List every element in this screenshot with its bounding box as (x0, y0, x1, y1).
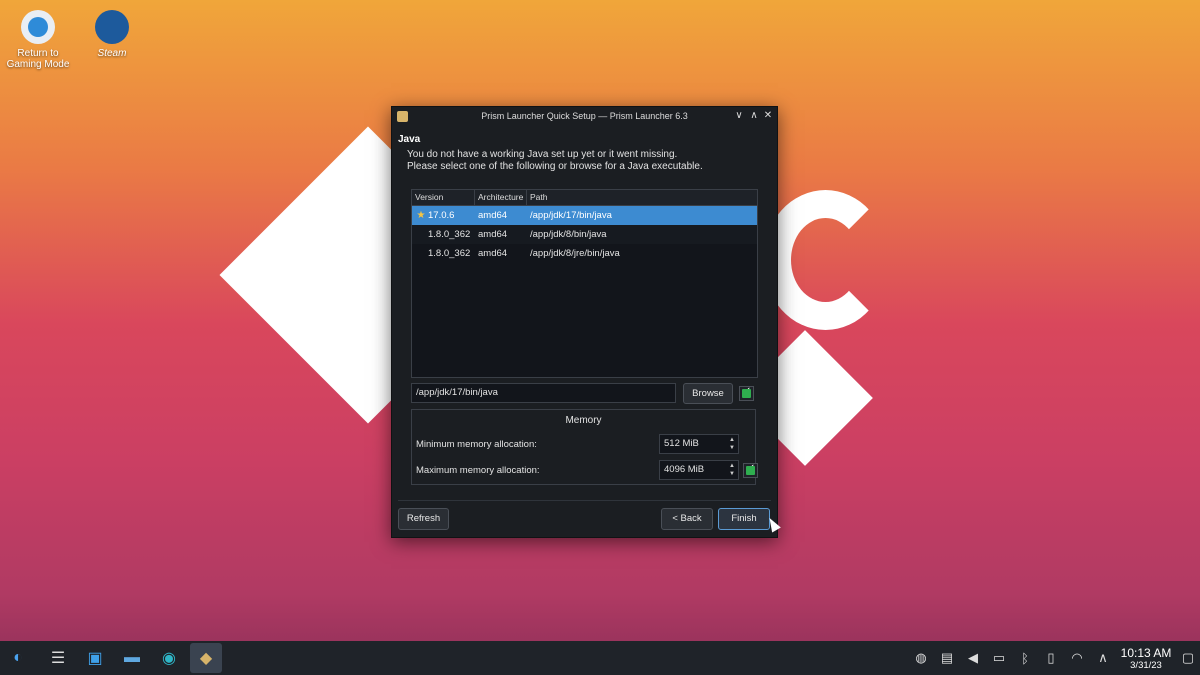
description-line: Please select one of the following or br… (407, 161, 703, 172)
desktop-icon-steam[interactable]: Steam (77, 10, 147, 59)
version-cell: ★ 17.0.6 (412, 210, 475, 221)
steam-tray-icon[interactable]: ◍ (908, 650, 934, 666)
architecture-cell: amd64 (478, 248, 508, 259)
max-memory-spinbox[interactable]: 4096 MiB ▲ ▼ (659, 460, 739, 480)
version-value: 1.8.0_362 (428, 229, 471, 240)
desktop-icon-return-gaming-mode[interactable]: Return to Gaming Mode (3, 10, 73, 70)
divider (398, 500, 771, 501)
expand-tray-icon[interactable]: ∧ (1090, 650, 1116, 666)
system-tray: ◍ ▤ ◀ ▭ ᛒ ▯ ◠ ∧ 10:13 AM 3/31/23 ▢ (908, 641, 1200, 675)
close-button[interactable]: ✕ (762, 110, 774, 122)
memory-valid-checkmark-icon: ✓ (743, 463, 758, 478)
usb-device-icon[interactable]: ▯ (1038, 650, 1064, 666)
maximize-button[interactable]: ∧ (748, 110, 760, 122)
file-manager-icon[interactable]: ▬ (116, 643, 148, 673)
clock-date: 3/31/23 (1130, 659, 1162, 671)
max-memory-value: 4096 MiB (664, 464, 705, 475)
prism-launcher-icon[interactable]: ◆ (190, 643, 222, 673)
finish-button[interactable]: Finish (718, 508, 770, 530)
back-button[interactable]: < Back (661, 508, 713, 530)
architecture-cell: amd64 (478, 229, 508, 240)
clock-time: 10:13 AM (1120, 645, 1172, 660)
version-cell: 1.8.0_362 (412, 248, 475, 259)
browse-button[interactable]: Browse (683, 383, 733, 404)
table-row[interactable]: ★ 17.0.6 amd64 /app/jdk/17/bin/java (412, 206, 757, 225)
table-row[interactable]: 1.8.0_362 amd64 /app/jdk/8/jre/bin/java (412, 244, 757, 263)
show-desktop-icon[interactable]: ▢ (1176, 650, 1200, 666)
bluetooth-icon[interactable]: ᛒ (1012, 651, 1038, 666)
description-line: You do not have a working Java set up ye… (407, 149, 678, 160)
java-valid-checkmark-icon: ✓ (739, 386, 754, 401)
table-header: Version Architecture Path (412, 190, 757, 206)
java-path-input[interactable]: /app/jdk/17/bin/java (411, 383, 676, 403)
table-row[interactable]: 1.8.0_362 amd64 /app/jdk/8/bin/java (412, 225, 757, 244)
spin-arrows-icon[interactable]: ▲ ▼ (729, 462, 735, 478)
window-title: Prism Launcher Quick Setup — Prism Launc… (481, 111, 688, 121)
minimize-button[interactable]: ∨ (733, 110, 745, 122)
system-settings-icon[interactable]: ☰ (42, 643, 74, 673)
return-arrow-icon (21, 10, 55, 44)
desktop-icon-label: Steam (97, 48, 127, 59)
spin-arrows-icon[interactable]: ▲ ▼ (729, 436, 735, 452)
version-value: 1.8.0_362 (428, 248, 471, 259)
column-header-path[interactable]: Path (527, 190, 757, 205)
clipboard-icon[interactable]: ▤ (934, 650, 960, 666)
min-memory-label: Minimum memory allocation: (416, 439, 537, 450)
column-header-architecture[interactable]: Architecture (475, 190, 527, 205)
wallpaper-c-shape (763, 190, 888, 330)
wifi-icon[interactable]: ◠ (1064, 650, 1090, 666)
column-header-version[interactable]: Version (412, 190, 475, 205)
quick-setup-window: Prism Launcher Quick Setup — Prism Launc… (391, 106, 778, 538)
section-title: Java (398, 134, 421, 145)
path-cell: /app/jdk/8/jre/bin/java (530, 248, 620, 259)
java-versions-table: Version Architecture Path ★ 17.0.6 amd64 … (411, 189, 758, 378)
volume-icon[interactable]: ◀ (960, 650, 986, 666)
app-launcher-icon[interactable]: ◐ (2, 643, 34, 673)
desktop-icon-label: Return to (17, 48, 59, 59)
window-titlebar[interactable]: Prism Launcher Quick Setup — Prism Launc… (392, 107, 777, 125)
architecture-cell: amd64 (478, 210, 508, 221)
steam-icon (95, 10, 129, 44)
memory-group: Memory Minimum memory allocation: 512 Mi… (411, 409, 758, 485)
version-value: 17.0.6 (428, 210, 455, 221)
star-icon: ★ (416, 210, 426, 221)
edge-browser-icon[interactable]: ◉ (153, 643, 185, 673)
path-cell: /app/jdk/8/bin/java (530, 229, 607, 240)
max-memory-label: Maximum memory allocation: (416, 465, 540, 476)
taskbar: ◐ ☰ ▣ ▬ ◉ ◆ ◍ ▤ ◀ ▭ ᛒ ▯ ◠ ∧ 10:13 AM 3/3… (0, 641, 1200, 675)
desktop-icon-label: Gaming Mode (6, 59, 70, 70)
memory-group-title: Memory (565, 415, 602, 426)
refresh-button[interactable]: Refresh (398, 508, 449, 530)
discover-store-icon[interactable]: ▣ (79, 643, 111, 673)
min-memory-value: 512 MiB (664, 438, 699, 449)
path-cell: /app/jdk/17/bin/java (530, 210, 612, 221)
version-cell: 1.8.0_362 (412, 229, 475, 240)
min-memory-spinbox[interactable]: 512 MiB ▲ ▼ (659, 434, 739, 454)
battery-icon[interactable]: ▭ (986, 650, 1012, 666)
clock[interactable]: 10:13 AM 3/31/23 (1116, 646, 1176, 671)
